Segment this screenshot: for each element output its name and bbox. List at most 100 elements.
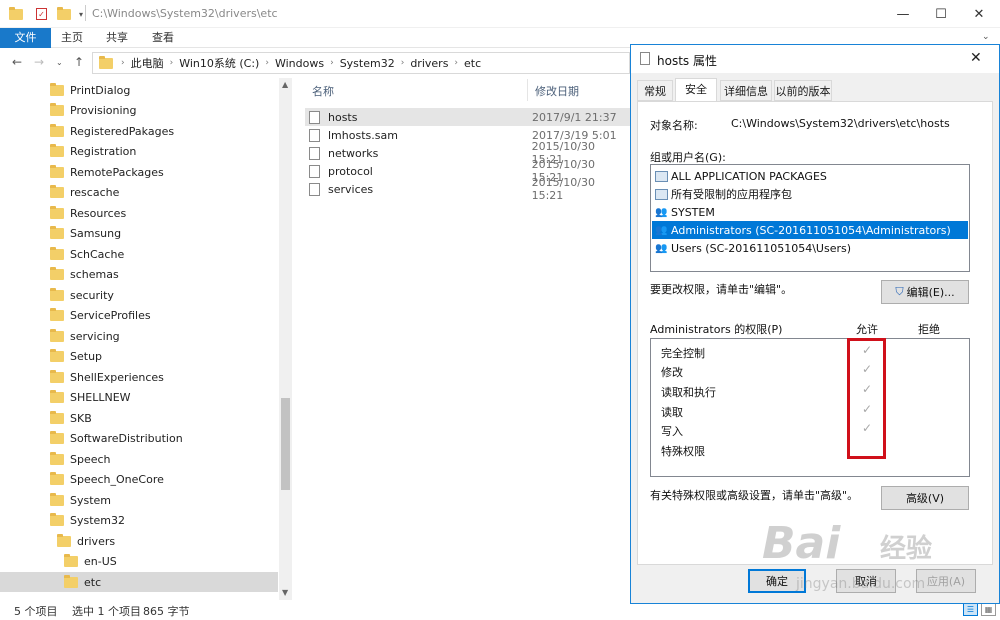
tree-item[interactable]: SHELLNEW: [0, 387, 278, 407]
tree-item[interactable]: RemotePackages: [0, 162, 278, 182]
list-item-selected[interactable]: 👥 Administrators (SC-201611051054\Adminis…: [652, 221, 968, 239]
tree-item[interactable]: Setup: [0, 346, 278, 366]
tab-share[interactable]: 共享: [97, 28, 137, 48]
tree-item[interactable]: Registration: [0, 141, 278, 161]
shield-icon: ⛉: [895, 285, 904, 298]
tree-item[interactable]: rescache: [0, 182, 278, 202]
tree-item[interactable]: Samsung: [0, 223, 278, 243]
tab-file[interactable]: 文件: [0, 28, 51, 48]
folder-icon: [50, 451, 64, 465]
scrollbar-thumb[interactable]: [281, 398, 290, 490]
permission-item: 完全控制: [661, 347, 705, 360]
tree-item[interactable]: SKB: [0, 408, 278, 428]
tree-item[interactable]: SchCache: [0, 244, 278, 264]
tree-item[interactable]: System32: [0, 510, 278, 530]
file-icon: [309, 110, 320, 124]
tree-item[interactable]: Resources: [0, 203, 278, 223]
chevron-right-icon[interactable]: ›: [454, 58, 458, 68]
chevron-right-icon[interactable]: ›: [265, 58, 269, 68]
breadcrumb-windows[interactable]: Windows: [275, 57, 324, 70]
dialog-close-icon[interactable]: ✕: [970, 50, 982, 66]
tab-home[interactable]: 主页: [52, 28, 92, 48]
permission-item: 特殊权限: [661, 445, 705, 458]
tree-scrollbar[interactable]: [279, 78, 292, 600]
chevron-down-icon[interactable]: ⌄: [982, 32, 990, 42]
tab-previous-versions[interactable]: 以前的版本: [774, 80, 832, 101]
folder-icon: [50, 328, 64, 342]
folder-icon: [50, 246, 64, 260]
tree-item[interactable]: schemas: [0, 264, 278, 284]
file-row[interactable]: hosts 2017/9/1 21:37: [305, 108, 630, 126]
chevron-right-icon[interactable]: ›: [401, 58, 405, 68]
folder-icon: [50, 82, 64, 96]
object-name-label: 对象名称:: [650, 119, 698, 132]
divider: [85, 5, 86, 21]
column-header-name[interactable]: 名称: [312, 83, 334, 99]
chevron-right-icon[interactable]: ›: [330, 58, 334, 68]
list-item[interactable]: 所有受限制的应用程序包: [652, 185, 968, 203]
tab-general[interactable]: 常规: [637, 80, 673, 101]
back-arrow-icon[interactable]: ←: [12, 55, 22, 69]
tab-security[interactable]: 安全: [675, 78, 717, 102]
users-icon: 👥: [655, 224, 668, 236]
tree-item[interactable]: security: [0, 285, 278, 305]
watermark-logo: Bai: [762, 518, 841, 569]
scroll-down-icon[interactable]: ▼: [282, 588, 288, 597]
breadcrumb-system32[interactable]: System32: [340, 57, 395, 70]
column-divider[interactable]: [527, 79, 528, 101]
breadcrumb-this-pc[interactable]: 此电脑: [131, 55, 164, 71]
tree-item[interactable]: servicing: [0, 326, 278, 346]
list-item[interactable]: 👥 Users (SC-201611051054\Users): [652, 239, 968, 257]
recent-locations-icon[interactable]: ⌄: [56, 58, 63, 67]
tab-details[interactable]: 详细信息: [720, 80, 772, 101]
tree-item[interactable]: Provisioning: [0, 100, 278, 120]
folder-icon: [50, 430, 64, 444]
list-item[interactable]: ALL APPLICATION PACKAGES: [652, 167, 968, 185]
tree-item[interactable]: en-US: [0, 551, 278, 571]
properties-icon[interactable]: ✓: [36, 8, 47, 20]
column-header-date[interactable]: 修改日期: [535, 83, 579, 99]
folder-icon: [50, 471, 64, 485]
scroll-up-icon[interactable]: ▲: [282, 80, 288, 89]
tree-item[interactable]: Speech: [0, 449, 278, 469]
details-view-icon[interactable]: ☰: [963, 603, 978, 616]
advanced-hint: 有关特殊权限或高级设置，请单击"高级"。: [650, 489, 859, 502]
folder-icon: [50, 225, 64, 239]
up-arrow-icon[interactable]: ↑: [74, 55, 84, 69]
permission-item: 读取: [661, 406, 683, 419]
tree-item-selected[interactable]: etc: [0, 572, 278, 592]
breadcrumb-etc[interactable]: etc: [464, 57, 481, 70]
tree-item[interactable]: SoftwareDistribution: [0, 428, 278, 448]
edit-button[interactable]: ⛉ 编辑(E)...: [881, 280, 969, 304]
list-item[interactable]: 👥 SYSTEM: [652, 203, 968, 221]
tree-item[interactable]: Speech_OneCore: [0, 469, 278, 489]
breadcrumb-drivers[interactable]: drivers: [410, 57, 448, 70]
breadcrumb-c-drive[interactable]: Win10系统 (C:): [179, 55, 259, 71]
permission-item: 写入: [661, 425, 683, 438]
tree-item[interactable]: System: [0, 490, 278, 510]
chevron-right-icon[interactable]: ›: [170, 58, 174, 68]
allow-column-header: 允许: [856, 323, 878, 336]
tree-item[interactable]: ShellExperiences: [0, 367, 278, 387]
tree-item[interactable]: RegisteredPakages: [0, 121, 278, 141]
users-icon: 👥: [655, 206, 668, 218]
tab-view[interactable]: 查看: [142, 28, 184, 48]
advanced-button[interactable]: 高级(V): [881, 486, 969, 510]
close-button[interactable]: ✕: [956, 0, 1000, 28]
large-icons-view-icon[interactable]: ▦: [981, 603, 996, 616]
customize-toolbar-icon[interactable]: ▾: [73, 6, 89, 22]
tree-item[interactable]: PrintDialog: [0, 80, 278, 100]
permission-item: 修改: [661, 366, 683, 379]
users-icon: 👥: [655, 242, 668, 254]
chevron-right-icon[interactable]: ›: [121, 58, 125, 68]
address-bar[interactable]: › 此电脑 › Win10系统 (C:) › Windows › System3…: [92, 52, 630, 74]
folder-icon: [50, 184, 64, 198]
file-icon: [640, 52, 650, 65]
new-folder-icon[interactable]: [56, 6, 72, 22]
tree-item[interactable]: drivers: [0, 531, 278, 551]
tree-item[interactable]: ServiceProfiles: [0, 305, 278, 325]
selected-count: 选中 1 个项目: [72, 605, 141, 618]
file-row[interactable]: services 2015/10/30 15:21: [305, 176, 630, 202]
group-users-label: 组或用户名(G):: [650, 151, 726, 164]
forward-arrow-icon[interactable]: →: [34, 55, 44, 69]
